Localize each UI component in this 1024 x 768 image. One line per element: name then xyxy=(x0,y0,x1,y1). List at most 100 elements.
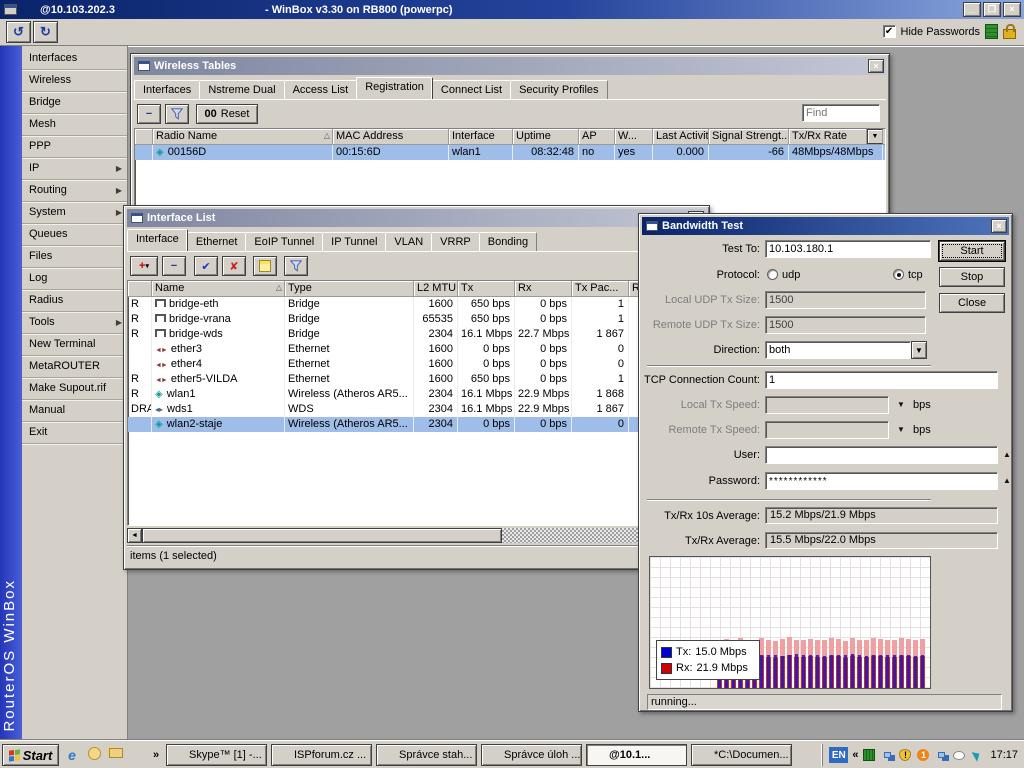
main-titlebar[interactable]: @10.103.202.3 - WinBox v3.30 on RB800 (p… xyxy=(0,0,1024,19)
sidebar-menu-item[interactable]: MetaROUTER xyxy=(22,356,127,378)
internet-explorer-icon[interactable]: e xyxy=(64,747,80,763)
header-tx-packets[interactable]: Tx Pac... xyxy=(572,281,629,296)
network-tray-icon[interactable] xyxy=(880,748,894,762)
remove-interface-button[interactable]: − xyxy=(162,256,186,276)
table-row[interactable]: ether3 Ethernet 1600 0 bps 0 bps 0 xyxy=(128,342,705,357)
tab[interactable]: VRRP xyxy=(431,232,480,251)
table-row[interactable]: DRA wds1 WDS 2304 16.1 Mbps 22.9 Mbps 1 … xyxy=(128,402,705,417)
taskbar-task-button[interactable]: Správce stah... xyxy=(376,744,477,766)
taskbar-task-button[interactable]: ISPforum.cz ... xyxy=(271,744,372,766)
quicklaunch-overflow-chevron[interactable]: » xyxy=(148,747,164,763)
taskbar-task-button[interactable]: *C:\Documen... xyxy=(691,744,792,766)
clock-app-icon[interactable] xyxy=(86,747,102,763)
header-l2mtu[interactable]: L2 MTU xyxy=(414,281,458,296)
sidebar-menu-item[interactable]: Queues xyxy=(22,224,127,246)
remove-entry-button[interactable]: − xyxy=(137,104,161,124)
enable-icon[interactable]: ✔ xyxy=(194,256,218,276)
header-radio-name[interactable]: Radio Name△ xyxy=(153,129,333,144)
header-signal-strength[interactable]: Signal Strengt... xyxy=(709,129,789,144)
protocol-tcp-radio[interactable]: tcp xyxy=(893,266,923,284)
header-interface[interactable]: Interface xyxy=(449,129,513,144)
sidebar-menu-item[interactable]: New Terminal xyxy=(22,334,127,356)
tab[interactable]: EoIP Tunnel xyxy=(245,232,323,251)
find-input[interactable] xyxy=(802,104,880,122)
sidebar-menu-item[interactable]: Interfaces xyxy=(22,48,127,70)
header-uptime[interactable]: Uptime xyxy=(513,129,579,144)
security-shield-tray-icon[interactable]: ! xyxy=(898,748,912,762)
sidebar-menu-item[interactable]: Bridge xyxy=(22,92,127,114)
table-row[interactable]: wlan2-staje Wireless (Atheros AR5... 230… xyxy=(128,417,705,432)
header-ap[interactable]: AP xyxy=(579,129,615,144)
sidebar-menu-item[interactable]: System ▶ xyxy=(22,202,127,224)
sidebar-menu-item[interactable]: Log xyxy=(22,268,127,290)
table-row[interactable]: R bridge-vrana Bridge 65535 650 bps 0 bp… xyxy=(128,312,705,327)
sidebar-menu-item[interactable]: Routing ▶ xyxy=(22,180,127,202)
dropdown-arrow-icon[interactable]: ▼ xyxy=(897,396,905,414)
start-button[interactable]: Start xyxy=(2,744,59,766)
add-interface-button[interactable]: +▾ xyxy=(130,256,158,276)
sidebar-menu-item[interactable]: Tools ▶ xyxy=(22,312,127,334)
tab[interactable]: IP Tunnel xyxy=(322,232,386,251)
sidebar-menu-item[interactable]: Exit xyxy=(22,422,127,444)
protocol-udp-radio[interactable]: udp xyxy=(767,266,800,284)
notification-badge-tray-icon[interactable]: 1 xyxy=(916,748,930,762)
user-input[interactable] xyxy=(765,446,998,464)
language-indicator[interactable]: EN xyxy=(829,747,848,763)
taskbar-task-button[interactable]: Skype™ [1] -... xyxy=(166,744,267,766)
sidebar-menu-item[interactable]: IP ▶ xyxy=(22,158,127,180)
header-mac-address[interactable]: MAC Address xyxy=(333,129,449,144)
expand-up-icon[interactable]: ▲ xyxy=(1003,446,1011,464)
tab[interactable]: VLAN xyxy=(385,232,432,251)
direction-select[interactable] xyxy=(765,341,911,359)
header-flags[interactable] xyxy=(128,281,152,296)
sidebar-menu-item[interactable]: Wireless xyxy=(22,70,127,92)
scrollbar-thumb[interactable] xyxy=(142,528,502,543)
scroll-left-icon[interactable]: ◄ xyxy=(127,528,142,543)
test-to-input[interactable] xyxy=(765,240,931,258)
sidebar-menu-item[interactable]: Files xyxy=(22,246,127,268)
header-wds[interactable]: W... xyxy=(615,129,653,144)
sidebar-menu-item[interactable]: PPP xyxy=(22,136,127,158)
expand-up-icon[interactable]: ▲ xyxy=(1003,472,1011,490)
header-txrx-rate[interactable]: Tx/Rx Rate xyxy=(789,129,867,144)
close-button[interactable]: × xyxy=(1003,2,1021,17)
minimize-button[interactable]: _ xyxy=(963,2,981,17)
interface-list-titlebar[interactable]: Interface List × xyxy=(127,209,706,227)
network2-tray-icon[interactable] xyxy=(934,748,948,762)
tcp-connection-count-input[interactable] xyxy=(765,371,998,389)
tab[interactable]: Ethernet xyxy=(187,232,247,251)
comment-icon[interactable] xyxy=(253,256,277,276)
table-row[interactable]: R ether5-VILDA Ethernet 1600 650 bps 0 b… xyxy=(128,372,705,387)
header-name[interactable]: Name△ xyxy=(152,281,285,296)
tab[interactable]: Security Profiles xyxy=(510,80,607,99)
tab[interactable]: Interface xyxy=(127,229,188,251)
redo-icon[interactable]: ↻ xyxy=(33,21,58,43)
tab[interactable]: Interfaces xyxy=(134,80,200,99)
hide-passwords-checkbox[interactable]: ✔ xyxy=(883,25,896,38)
wireless-tables-titlebar[interactable]: Wireless Tables × xyxy=(134,57,886,75)
registration-row[interactable]: 00156D 00:15:6D wlan1 08:32:48 no yes 0.… xyxy=(135,145,885,160)
stop-button[interactable]: Stop xyxy=(939,267,1005,287)
antivirus-tray-icon[interactable] xyxy=(970,748,984,762)
sidebar-menu-item[interactable]: Radius xyxy=(22,290,127,312)
tray-collapse-chevron[interactable]: « xyxy=(852,749,858,761)
filter-icon[interactable] xyxy=(165,104,189,124)
messenger-tray-icon[interactable] xyxy=(952,748,966,762)
taskbar-task-button[interactable]: @10.1... xyxy=(586,744,687,766)
dropdown-arrow-icon[interactable]: ▼ xyxy=(897,421,905,439)
bandwidth-test-titlebar[interactable]: Bandwidth Test × xyxy=(642,217,1009,235)
table-row[interactable]: R wlan1 Wireless (Atheros AR5... 2304 16… xyxy=(128,387,705,402)
column-menu-icon[interactable]: ▼ xyxy=(867,129,883,144)
tab[interactable]: Access List xyxy=(284,80,358,99)
table-row[interactable]: R bridge-eth Bridge 1600 650 bps 0 bps 1 xyxy=(128,297,705,312)
disable-icon[interactable]: ✘ xyxy=(222,256,246,276)
tab[interactable]: Connect List xyxy=(432,80,511,99)
table-row[interactable]: R bridge-wds Bridge 2304 16.1 Mbps 22.7 … xyxy=(128,327,705,342)
header-blank[interactable] xyxy=(135,129,153,144)
header-type[interactable]: Type xyxy=(285,281,414,296)
tab[interactable]: Nstreme Dual xyxy=(199,80,284,99)
sidebar-menu-item[interactable]: Make Supout.rif xyxy=(22,378,127,400)
restore-button[interactable]: ❐ xyxy=(983,2,1001,17)
tab[interactable]: Registration xyxy=(356,77,433,99)
sidebar-menu-item[interactable]: Mesh xyxy=(22,114,127,136)
